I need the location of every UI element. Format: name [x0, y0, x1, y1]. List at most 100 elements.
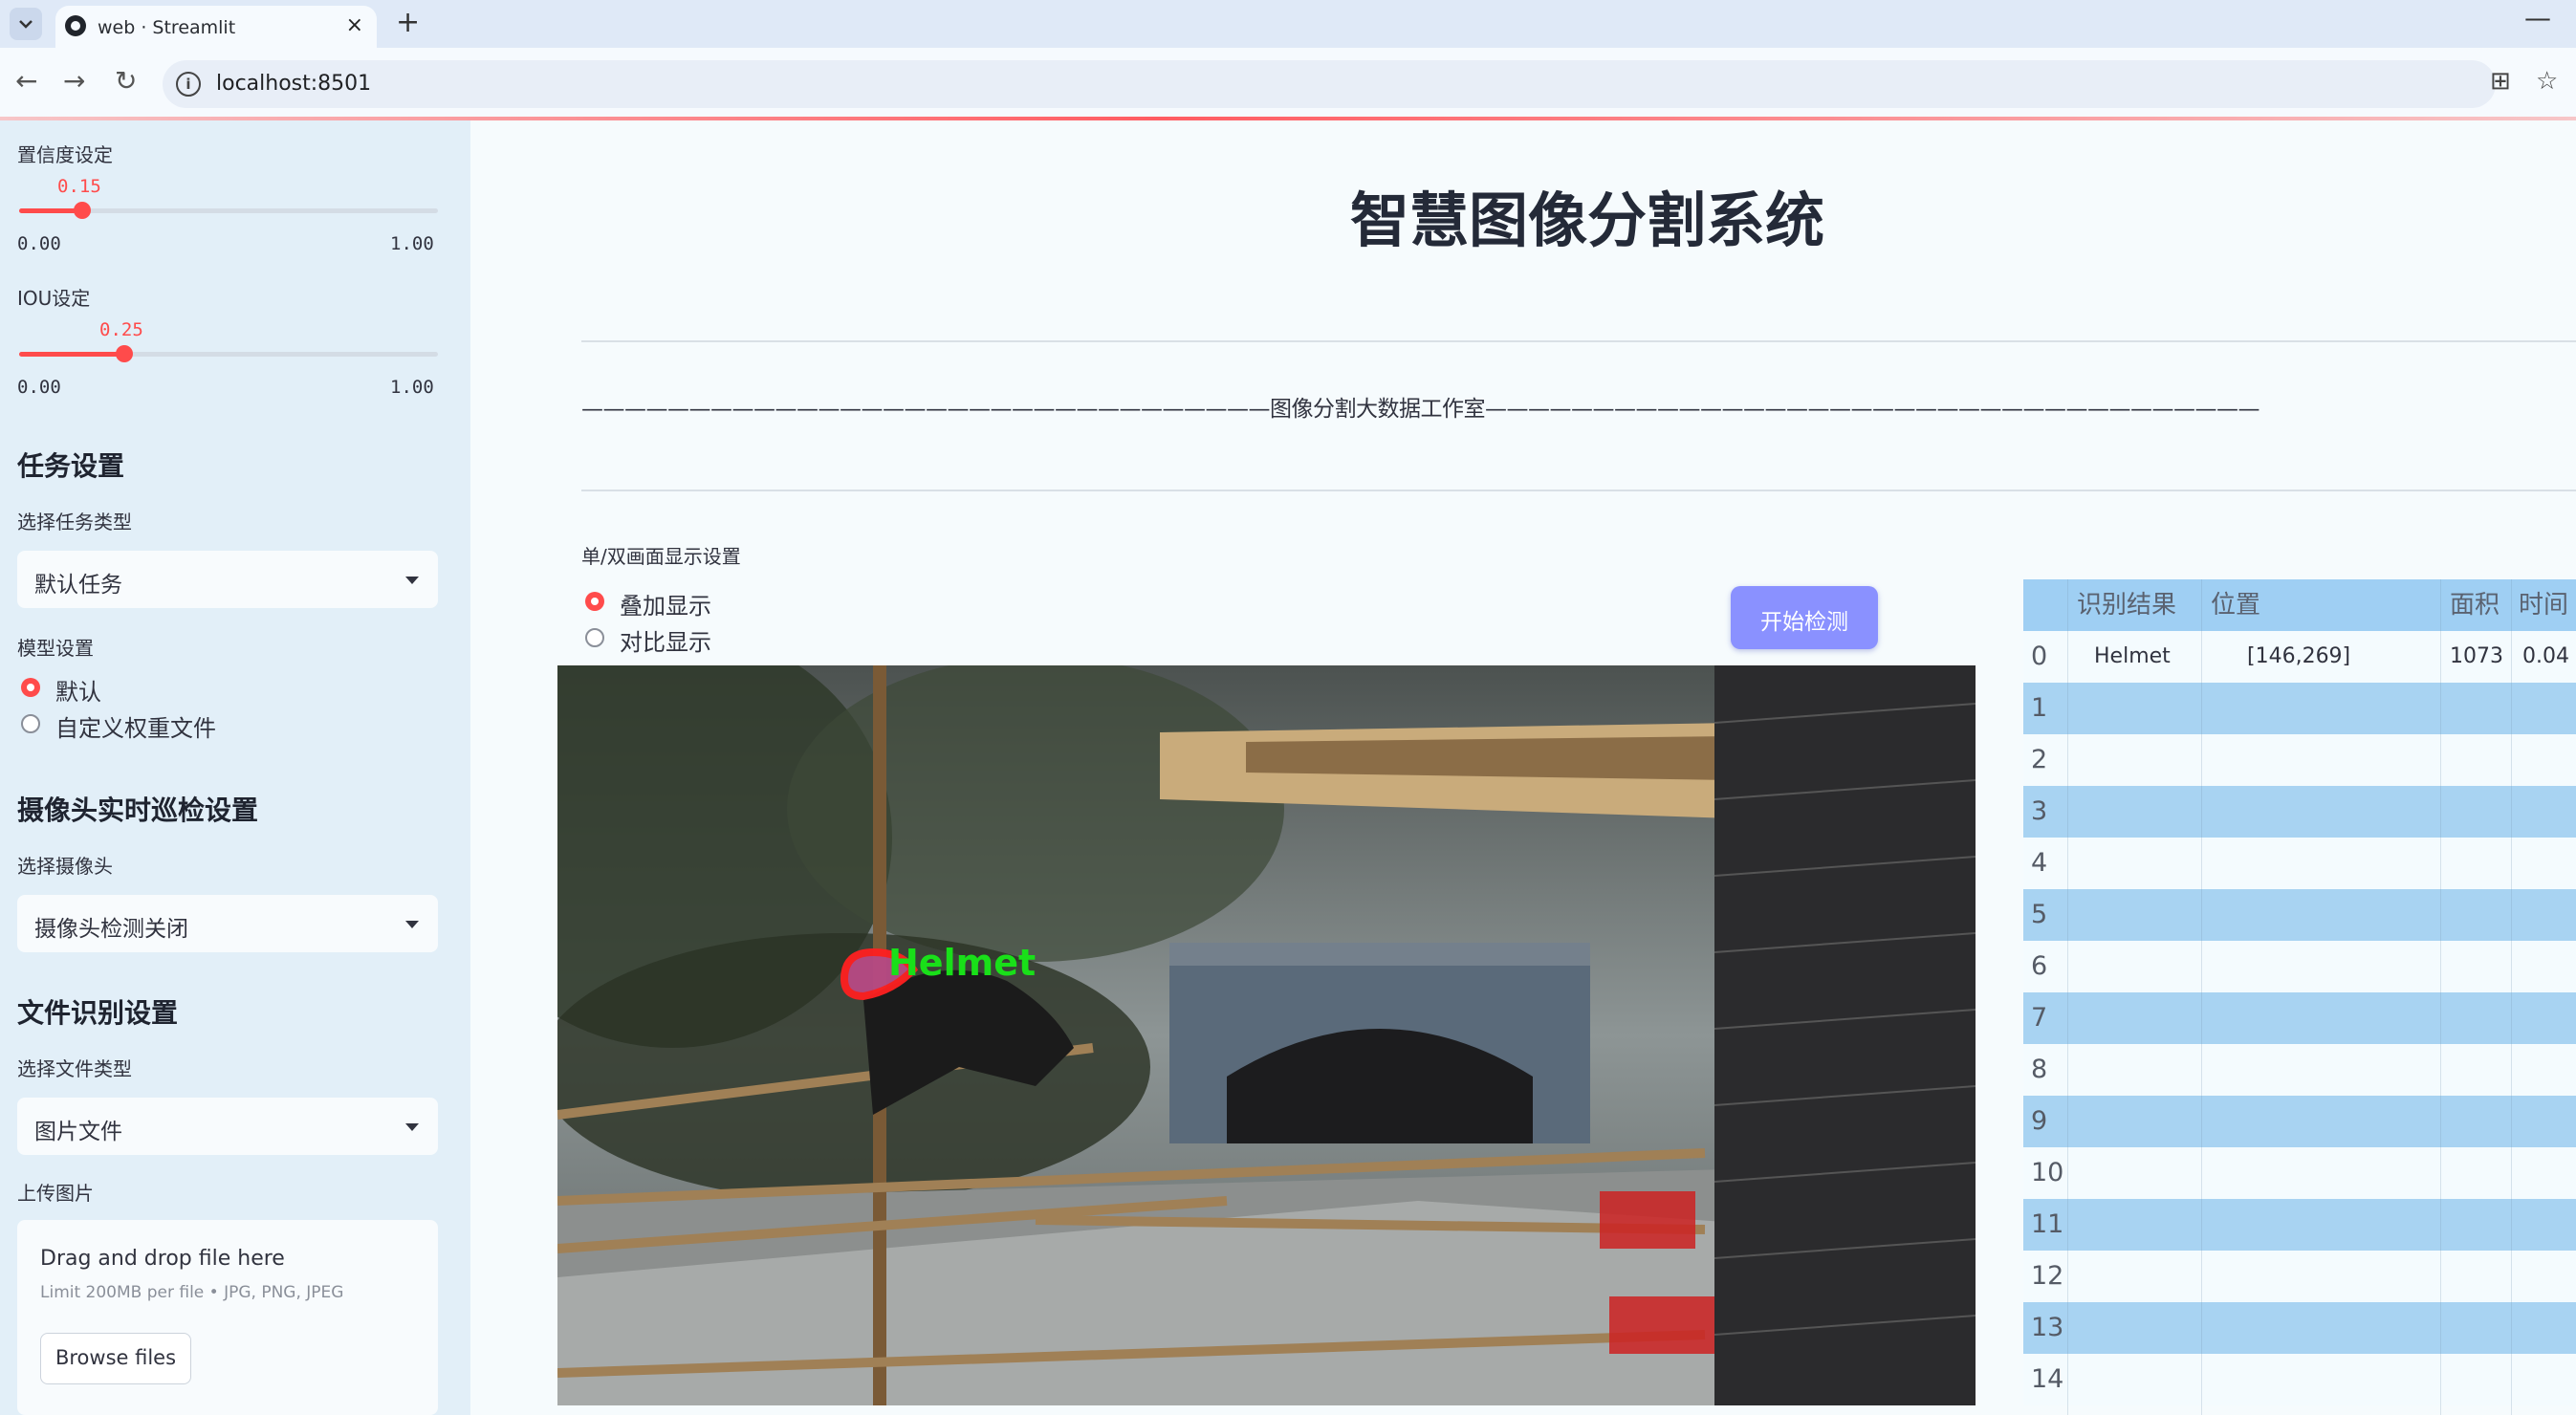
reload-icon[interactable]: ↻ [115, 65, 137, 97]
file-type-select[interactable]: 图片文件 [17, 1098, 438, 1155]
camera-select-label: 选择摄像头 [17, 855, 113, 878]
minimize-window-button[interactable]: — [2524, 2, 2551, 33]
table-row[interactable]: 2 [2023, 734, 2576, 786]
table-row[interactable]: 4 [2023, 838, 2576, 889]
iou-slider-label: IOU设定 [17, 287, 91, 310]
confidence-slider[interactable] [19, 202, 438, 219]
confidence-slider-thumb[interactable] [74, 202, 91, 219]
dropzone-limit: Limit 200MB per file • JPG, PNG, JPEG [40, 1283, 344, 1302]
table-row[interactable]: 6 [2023, 941, 2576, 992]
browser-tab[interactable]: web · Streamlit × [55, 6, 377, 48]
table-row[interactable]: 12 [2023, 1251, 2576, 1302]
forward-arrow-icon[interactable]: → [63, 65, 85, 97]
column-header-position[interactable]: 位置 [2211, 579, 2260, 631]
model-option-custom-label: 自定义权重文件 [55, 715, 216, 742]
radio-unselected-icon [585, 628, 604, 647]
time-cell: 0.04 [2522, 644, 2569, 668]
table-row[interactable]: 10 [2023, 1147, 2576, 1199]
task-settings-heading: 任务设置 [17, 450, 125, 482]
table-row[interactable]: 1 [2023, 683, 2576, 734]
iou-slider-max: 1.00 [390, 377, 434, 398]
row-index-cell: 9 [2031, 1106, 2048, 1136]
browser-tab-strip: web · Streamlit × + — [0, 0, 2576, 48]
close-tab-icon[interactable]: × [346, 13, 363, 37]
start-detection-button[interactable]: 开始检测 [1731, 586, 1878, 649]
task-type-label: 选择任务类型 [17, 511, 132, 533]
table-row[interactable]: 13 [2023, 1302, 2576, 1354]
iou-slider-fill [19, 352, 124, 357]
row-index-cell: 7 [2031, 1003, 2048, 1033]
browse-files-label: Browse files [55, 1346, 177, 1369]
column-header-result[interactable]: 识别结果 [2077, 579, 2176, 631]
file-dropzone[interactable]: Drag and drop file here Limit 200MB per … [17, 1220, 438, 1415]
browse-files-button[interactable]: Browse files [40, 1333, 191, 1384]
task-type-select[interactable]: 默认任务 [17, 551, 438, 608]
row-index-cell: 3 [2031, 796, 2048, 826]
address-bar[interactable]: i localhost:8501 [163, 60, 2496, 108]
translate-icon[interactable]: ⊞ [2490, 67, 2511, 96]
column-separator [2511, 579, 2512, 1415]
row-index-cell: 2 [2031, 745, 2048, 774]
detection-label: Helmet [888, 942, 1036, 984]
position-cell: [146,269] [2247, 644, 2351, 668]
table-row[interactable]: 5 [2023, 889, 2576, 941]
table-row[interactable]: 3 [2023, 786, 2576, 838]
row-index-cell: 0 [2031, 642, 2048, 671]
radio-selected-icon [585, 592, 604, 611]
row-index-cell: 1 [2031, 693, 2048, 723]
camera-select[interactable]: 摄像头检测关闭 [17, 895, 438, 952]
results-table[interactable]: 识别结果 位置 面积 时间 0 Helmet [146,269] 1073 0.04 1 2… [2023, 579, 2576, 1415]
tab-title: web · Streamlit [98, 17, 236, 38]
url-text[interactable]: localhost:8501 [216, 72, 371, 96]
iou-slider-value: 0.25 [99, 319, 143, 340]
tab-search-button[interactable] [10, 8, 42, 40]
table-row[interactable]: 7 [2023, 992, 2576, 1044]
new-tab-button[interactable]: + [396, 6, 420, 39]
iou-slider[interactable] [19, 345, 438, 362]
start-detection-label: 开始检测 [1760, 610, 1848, 635]
display-option-compare-label: 对比显示 [620, 629, 711, 656]
chevron-down-icon [405, 921, 419, 928]
table-row[interactable]: 8 [2023, 1044, 2576, 1096]
scene-illustration: Helmet [557, 665, 1976, 1405]
upload-label: 上传图片 [17, 1182, 94, 1205]
file-type-label: 选择文件类型 [17, 1057, 132, 1080]
display-mode-label: 单/双画面显示设置 [581, 545, 741, 568]
row-index-cell: 6 [2031, 951, 2048, 981]
column-separator [2440, 579, 2441, 1415]
row-index-cell: 14 [2031, 1364, 2064, 1394]
table-header-row: 识别结果 位置 面积 时间 [2023, 579, 2576, 631]
sidebar: 置信度设定 0.15 0.00 1.00 IOU设定 0.25 0.00 1.0… [0, 120, 470, 1415]
bookmark-star-icon[interactable]: ☆ [2536, 67, 2558, 96]
row-index-cell: 4 [2031, 848, 2048, 878]
back-arrow-icon[interactable]: ← [15, 65, 37, 97]
site-info-icon[interactable]: i [176, 72, 201, 97]
detection-result-image: Helmet [557, 665, 1976, 1405]
row-index-cell: 12 [2031, 1261, 2064, 1291]
radio-unselected-icon [21, 714, 40, 733]
page-title: 智慧图像分割系统 [1349, 185, 1824, 255]
studio-subtitle: ————————————————————————————————图像分割大数据工… [581, 397, 2260, 422]
row-index-cell: 10 [2031, 1158, 2064, 1187]
table-row[interactable]: 14 [2023, 1354, 2576, 1405]
area-cell: 1073 [2450, 644, 2503, 668]
model-settings-label: 模型设置 [17, 637, 94, 660]
confidence-slider-min: 0.00 [17, 233, 61, 254]
camera-selected: 摄像头检测关闭 [34, 917, 188, 942]
divider [581, 490, 2576, 491]
column-header-area[interactable]: 面积 [2450, 579, 2500, 631]
table-row[interactable]: 0 Helmet [146,269] 1073 0.04 [2023, 631, 2576, 683]
confidence-slider-max: 1.00 [390, 233, 434, 254]
table-row[interactable]: 9 [2023, 1096, 2576, 1147]
result-cell: Helmet [2094, 644, 2171, 668]
table-row[interactable]: 11 [2023, 1199, 2576, 1251]
radio-selected-icon [21, 678, 40, 697]
column-separator [2201, 579, 2202, 1415]
iou-slider-min: 0.00 [17, 377, 61, 398]
iou-slider-thumb[interactable] [116, 345, 133, 362]
browser-toolbar: ← → ↻ i localhost:8501 ⊞ ☆ [0, 48, 2576, 120]
row-index-cell: 5 [2031, 900, 2048, 929]
row-index-cell: 8 [2031, 1055, 2048, 1084]
column-header-time[interactable]: 时间 [2519, 579, 2568, 631]
divider [581, 340, 2576, 342]
